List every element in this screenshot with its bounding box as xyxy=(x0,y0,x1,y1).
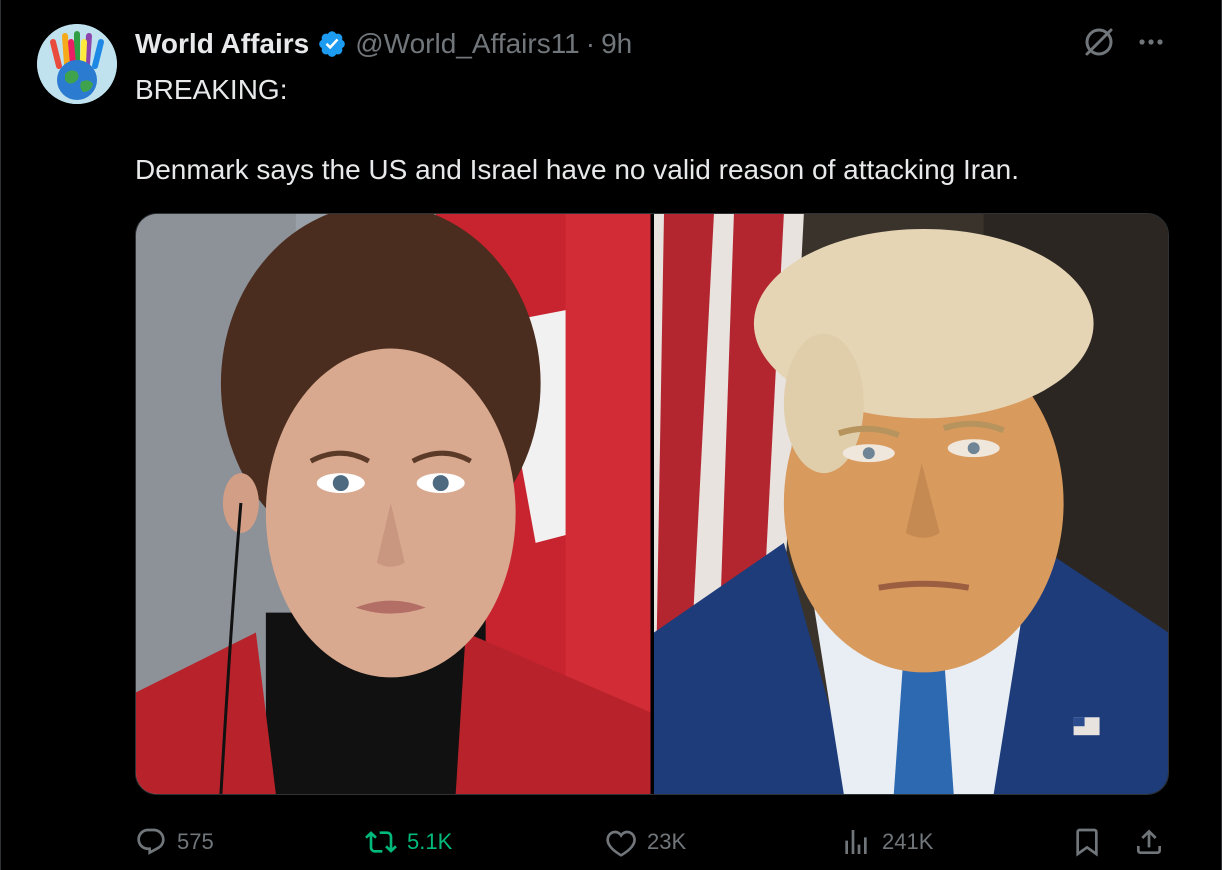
repost-count: 5.1K xyxy=(407,829,453,854)
verified-badge-icon xyxy=(317,29,347,59)
like-button[interactable]: 23K xyxy=(605,820,686,864)
tweet-text: BREAKING: Denmark says the US and Israel… xyxy=(135,74,1020,185)
author-handle[interactable]: @World_Affairs11 xyxy=(355,28,580,60)
photo-right[interactable] xyxy=(653,214,1168,794)
bookmark-icon xyxy=(1071,826,1103,858)
repost-button[interactable]: 5.1K xyxy=(365,820,452,864)
views-button[interactable]: 241K xyxy=(840,820,933,864)
avatar[interactable] xyxy=(37,24,117,104)
photo-left[interactable] xyxy=(136,214,651,794)
share-button[interactable] xyxy=(1133,820,1165,864)
reply-button[interactable]: 575 xyxy=(135,820,214,864)
top-actions xyxy=(1081,24,1167,60)
tweet-header: World Affairs @World_Affairs11 · 9h xyxy=(135,26,632,62)
reply-icon xyxy=(135,826,167,858)
bookmark-button[interactable] xyxy=(1071,820,1103,864)
author-name[interactable]: World Affairs xyxy=(135,28,309,60)
like-count: 23K xyxy=(647,829,687,854)
views-icon xyxy=(840,826,872,858)
tweet-media[interactable] xyxy=(135,213,1169,795)
like-icon xyxy=(605,826,637,858)
timestamp[interactable]: 9h xyxy=(601,28,632,60)
reply-count: 575 xyxy=(177,829,214,854)
view-count: 241K xyxy=(882,829,934,854)
separator-dot: · xyxy=(585,28,596,59)
share-icon xyxy=(1133,826,1165,858)
action-bar: 575 5.1K 23K 241K xyxy=(135,820,1175,864)
tweet: World Affairs @World_Affairs11 · 9h BREA… xyxy=(0,0,1222,870)
grok-icon[interactable] xyxy=(1081,24,1117,60)
repost-icon xyxy=(365,826,397,858)
more-icon[interactable] xyxy=(1135,26,1167,58)
